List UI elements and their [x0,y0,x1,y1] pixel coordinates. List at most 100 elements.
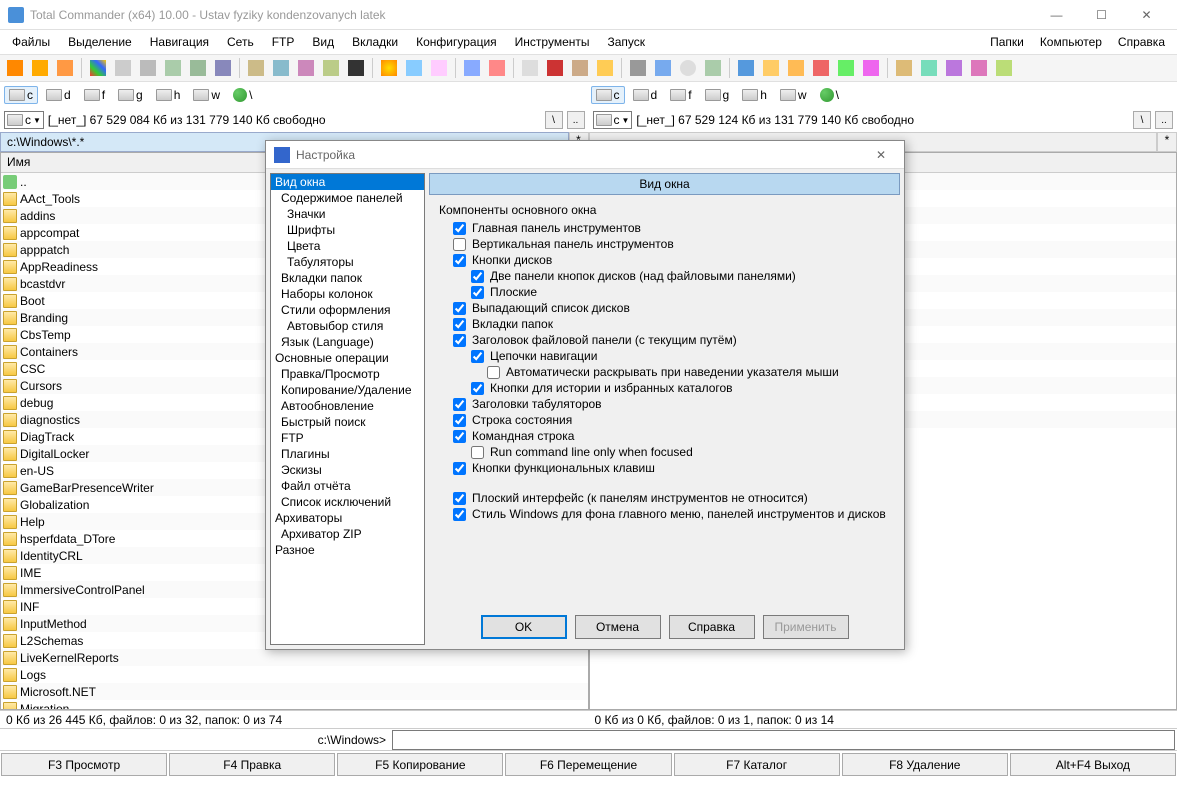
option-checkbox[interactable]: Автоматически раскрывать при наведении у… [487,365,890,379]
option-checkbox[interactable]: Кнопки для истории и избранных каталогов [471,381,890,395]
tool-icon[interactable] [54,57,76,79]
drive-c[interactable]: c [4,86,38,104]
dialog-close-button[interactable]: ✕ [866,148,896,162]
tool-icon[interactable] [320,57,342,79]
tree-node[interactable]: Автообновление [271,398,424,414]
tool-icon[interactable] [569,57,591,79]
drive-d[interactable]: d [41,86,76,104]
drive-net[interactable]: \ [228,86,257,104]
drive-w[interactable]: w [188,86,225,104]
drive-net[interactable]: \ [815,86,844,104]
f5-copy[interactable]: F5 Копирование [337,753,503,776]
tool-icon[interactable] [87,57,109,79]
option-checkbox[interactable]: Заголовок файловой панели (с текущим пут… [453,333,890,347]
tree-node[interactable]: Эскизы [271,462,424,478]
tool-icon[interactable] [162,57,184,79]
drive-w[interactable]: w [775,86,812,104]
drive-combo-right[interactable]: c▼ [593,111,633,129]
root-button[interactable]: \ [1133,111,1151,129]
menu-folders[interactable]: Папки [982,32,1032,52]
option-checkbox[interactable]: Кнопки функциональных клавиш [453,461,890,475]
tree-node[interactable]: Плагины [271,446,424,462]
menu-config[interactable]: Конфигурация [408,32,505,52]
tree-node[interactable]: Значки [271,206,424,222]
root-button[interactable]: \ [545,111,563,129]
menu-computer[interactable]: Компьютер [1032,32,1110,52]
altf4-exit[interactable]: Alt+F4 Выход [1010,753,1176,776]
tool-icon[interactable] [652,57,674,79]
maximize-button[interactable]: ☐ [1079,1,1124,29]
option-checkbox[interactable]: Главная панель инструментов [453,221,890,235]
option-checkbox[interactable]: Run command line only when focused [471,445,890,459]
file-row[interactable]: Migration [1,700,588,709]
tree-node[interactable]: Автовыбор стиля [271,318,424,334]
menu-ftp[interactable]: FTP [264,32,303,52]
tool-icon[interactable] [270,57,292,79]
drive-g[interactable]: g [700,86,735,104]
option-checkbox[interactable]: Цепочки навигации [471,349,890,363]
tree-node[interactable]: Список исключений [271,494,424,510]
cancel-button[interactable]: Отмена [575,615,661,639]
tree-node[interactable]: Вкладки папок [271,270,424,286]
tree-node[interactable]: Архиваторы [271,510,424,526]
drive-combo-left[interactable]: c▼ [4,111,44,129]
menu-start[interactable]: Запуск [600,32,654,52]
ok-button[interactable]: OK [481,615,567,639]
tool-icon[interactable] [403,57,425,79]
tree-node[interactable]: Табуляторы [271,254,424,270]
tool-icon[interactable] [212,57,234,79]
tool-icon[interactable] [29,57,51,79]
tree-node[interactable]: Вид окна [271,174,424,190]
minimize-button[interactable]: — [1034,1,1079,29]
drive-g[interactable]: g [113,86,148,104]
tool-icon[interactable] [860,57,882,79]
tool-icon[interactable] [627,57,649,79]
tool-icon[interactable] [112,57,134,79]
option-checkbox[interactable]: Две панели кнопок дисков (над файловыми … [471,269,890,283]
f4-edit[interactable]: F4 Правка [169,753,335,776]
tool-icon[interactable] [519,57,541,79]
option-checkbox[interactable]: Выпадающий список дисков [453,301,890,315]
tree-node[interactable]: Стили оформления [271,302,424,318]
menu-navigation[interactable]: Навигация [142,32,217,52]
help-button[interactable]: Справка [669,615,755,639]
tool-icon[interactable] [968,57,990,79]
tool-icon[interactable] [785,57,807,79]
menu-tabs[interactable]: Вкладки [344,32,406,52]
f3-view[interactable]: F3 Просмотр [1,753,167,776]
tool-icon[interactable] [677,57,699,79]
menu-selection[interactable]: Выделение [60,32,140,52]
drive-h[interactable]: h [737,86,772,104]
cmd-input[interactable] [392,730,1175,750]
option-checkbox[interactable]: Кнопки дисков [453,253,890,267]
close-button[interactable]: ✕ [1124,1,1169,29]
tree-node[interactable]: Файл отчёта [271,478,424,494]
tool-icon[interactable] [810,57,832,79]
tool-icon[interactable] [735,57,757,79]
menu-view[interactable]: Вид [304,32,342,52]
tool-icon[interactable] [187,57,209,79]
tool-icon[interactable] [461,57,483,79]
tool-icon[interactable] [893,57,915,79]
tree-node[interactable]: FTP [271,430,424,446]
tree-node[interactable]: Разное [271,542,424,558]
tree-node[interactable]: Цвета [271,238,424,254]
option-checkbox[interactable]: Вкладки папок [453,317,890,331]
f8-delete[interactable]: F8 Удаление [842,753,1008,776]
file-row[interactable]: Microsoft.NET [1,683,588,700]
tool-icon[interactable] [993,57,1015,79]
tool-icon[interactable] [943,57,965,79]
tree-node[interactable]: Язык (Language) [271,334,424,350]
option-checkbox[interactable]: Строка состояния [453,413,890,427]
tree-node[interactable]: Архиватор ZIP [271,526,424,542]
tool-icon[interactable] [345,57,367,79]
settings-tree[interactable]: Вид окнаСодержимое панелейЗначкиШрифтыЦв… [270,173,425,645]
tool-icon[interactable] [137,57,159,79]
tree-node[interactable]: Наборы колонок [271,286,424,302]
option-checkbox[interactable]: Заголовки табуляторов [453,397,890,411]
menu-help[interactable]: Справка [1110,32,1173,52]
apply-button[interactable]: Применить [763,615,849,639]
file-row[interactable]: LiveKernelReports [1,649,588,666]
tree-node[interactable]: Быстрый поиск [271,414,424,430]
drive-c[interactable]: c [591,86,625,104]
